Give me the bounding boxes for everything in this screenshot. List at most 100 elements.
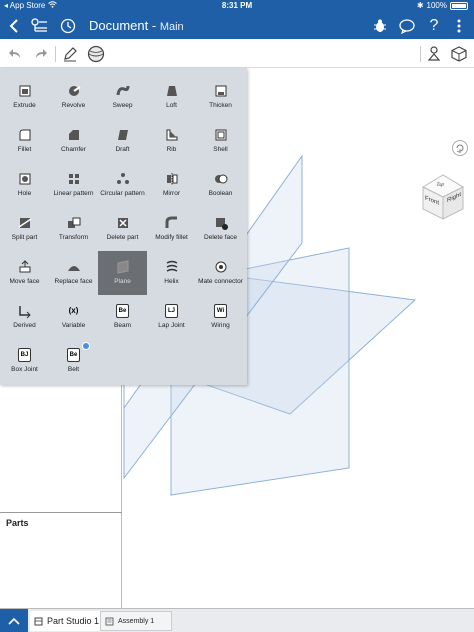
feature-tool-circular-pattern[interactable]: Circular pattern xyxy=(98,163,147,207)
feature-tool-mate-connector[interactable]: Mate connector xyxy=(196,251,245,295)
shell-icon xyxy=(213,127,229,143)
feature-tool-split-part[interactable]: Split part xyxy=(0,207,49,251)
feature-tool-fillet[interactable]: Fillet xyxy=(0,119,49,163)
feature-tool-hole[interactable]: Hole xyxy=(0,163,49,207)
feature-tool-label: Beam xyxy=(114,322,131,329)
feature-tool-shell[interactable]: Shell xyxy=(196,119,245,163)
feature-tool-label: Plane xyxy=(114,278,131,285)
feature-tool-label: Transform xyxy=(58,234,89,241)
feature-tool-sweep[interactable]: Sweep xyxy=(98,75,147,119)
mate-connector-icon xyxy=(213,259,229,275)
feature-tool-plane[interactable]: Plane xyxy=(98,251,147,295)
bug-report-icon[interactable] xyxy=(370,16,390,36)
back-icon[interactable] xyxy=(4,16,24,36)
feature-tool-label: Linear pattern xyxy=(53,190,94,197)
feature-tool-label: Mirror xyxy=(163,190,180,197)
feature-tool-label: Fillet xyxy=(17,146,32,153)
render-mode-icon[interactable] xyxy=(449,44,469,64)
feature-tool-label: Hole xyxy=(17,190,32,197)
more-options-icon[interactable] xyxy=(449,16,469,36)
comments-icon[interactable] xyxy=(397,16,417,36)
fillet-icon xyxy=(17,127,33,143)
document-name: Document xyxy=(89,18,149,33)
view-cube[interactable]: Top Front Right xyxy=(419,173,467,221)
feature-tools-icon[interactable] xyxy=(86,44,106,64)
feature-tool-delete-face[interactable]: Delete face xyxy=(196,207,245,251)
tab-assembly[interactable]: Assembly 1 xyxy=(100,611,172,631)
undo-icon[interactable] xyxy=(5,44,25,64)
circular-pattern-icon xyxy=(115,171,131,187)
feature-tool-label: Mate connector xyxy=(198,278,243,285)
feature-tool-transform[interactable]: Transform xyxy=(49,207,98,251)
extrude-icon xyxy=(17,83,33,99)
move-face-icon xyxy=(17,259,33,275)
feature-tool-beam[interactable]: Be Beam xyxy=(98,295,147,339)
tab-list-toggle[interactable] xyxy=(0,609,28,632)
feature-tool-replace-face[interactable]: Replace face xyxy=(49,251,98,295)
feature-tool-boolean[interactable]: Boolean xyxy=(196,163,245,207)
part-studio-icon xyxy=(34,617,43,625)
toolbar-divider-right xyxy=(420,46,421,62)
variable-icon: (x) xyxy=(66,303,82,319)
feature-tool-label: Box Joint xyxy=(11,366,38,373)
feature-tool-label: Boolean xyxy=(208,190,233,197)
feature-tool-label: Rib xyxy=(166,146,177,153)
sketch-pencil-icon[interactable] xyxy=(60,44,80,64)
tab-part-studio[interactable]: Part Studio 1 xyxy=(30,611,100,631)
feature-tree-icon[interactable] xyxy=(29,16,49,36)
feature-tool-label: Replace face xyxy=(54,278,93,285)
nav-bar: Document - Main ? xyxy=(0,12,474,39)
custom-feature-badge-icon xyxy=(81,342,90,350)
feature-tool-label: Shell xyxy=(213,146,228,153)
feature-tool-draft[interactable]: Draft xyxy=(98,119,147,163)
chamfer-icon xyxy=(66,127,82,143)
variable-icon-glyph: (x) xyxy=(68,306,79,315)
feature-tools-panel: Extrude Revolve Sweep Loft Thicken Fillet Cham… xyxy=(0,68,247,385)
feature-tool-move-face[interactable]: Move face xyxy=(0,251,49,295)
feature-tool-revolve[interactable]: Revolve xyxy=(49,75,98,119)
feature-tool-variable[interactable]: (x) Variable xyxy=(49,295,98,339)
rib-icon xyxy=(164,127,180,143)
document-title[interactable]: Document - Main xyxy=(89,18,184,33)
belt-icon-glyph: Be xyxy=(66,348,81,362)
feature-tool-extrude[interactable]: Extrude xyxy=(0,75,49,119)
feature-tool-label: Move face xyxy=(9,278,40,285)
linear-pattern-icon xyxy=(66,171,82,187)
battery-icon xyxy=(450,1,468,10)
sweep-icon xyxy=(115,83,131,99)
feature-tool-label: Revolve xyxy=(61,102,86,109)
feature-tool-helix[interactable]: Helix xyxy=(147,251,196,295)
feature-tool-delete-part[interactable]: Delete part xyxy=(98,207,147,251)
feature-tool-chamfer[interactable]: Chamfer xyxy=(49,119,98,163)
feature-tool-lap-joint[interactable]: LJ Lap Joint xyxy=(147,295,196,339)
feature-tool-thicken[interactable]: Thicken xyxy=(196,75,245,119)
feature-tool-box-joint[interactable]: BJ Box Joint xyxy=(0,339,49,383)
feature-tool-loft[interactable]: Loft xyxy=(147,75,196,119)
feature-tool-label: Extrude xyxy=(13,102,36,109)
feature-tool-label: Loft xyxy=(166,102,177,109)
title-separator: - xyxy=(148,18,160,33)
history-clock-icon[interactable] xyxy=(58,16,78,36)
helix-icon xyxy=(164,259,180,275)
feature-tool-linear-pattern[interactable]: Linear pattern xyxy=(49,163,98,207)
modify-fillet-icon xyxy=(164,215,180,231)
assembly-icon xyxy=(105,617,114,625)
feature-tool-derived[interactable]: Derived xyxy=(0,295,49,339)
rotate-view-icon[interactable] xyxy=(452,140,468,156)
lap-joint-icon-glyph: LJ xyxy=(164,304,178,318)
feature-tool-mirror[interactable]: Mirror xyxy=(147,163,196,207)
feature-tool-label: Split part xyxy=(11,234,38,241)
feature-tool-label: Wiring xyxy=(211,322,230,329)
status-right: ✱ 100% xyxy=(417,1,468,10)
feature-tool-belt[interactable]: Be Belt xyxy=(49,339,98,383)
toolbar xyxy=(0,39,474,68)
feature-tool-modify-fillet[interactable]: Modify fillet xyxy=(147,207,196,251)
lap-joint-icon: LJ xyxy=(164,303,180,319)
help-icon[interactable]: ? xyxy=(424,16,444,36)
box-joint-icon: BJ xyxy=(17,347,33,363)
redo-icon[interactable] xyxy=(31,44,51,64)
feature-tool-wiring[interactable]: Wi Wiring xyxy=(196,295,245,339)
mate-tool-icon[interactable] xyxy=(424,44,444,64)
beam-icon: Be xyxy=(115,303,131,319)
feature-tool-rib[interactable]: Rib xyxy=(147,119,196,163)
